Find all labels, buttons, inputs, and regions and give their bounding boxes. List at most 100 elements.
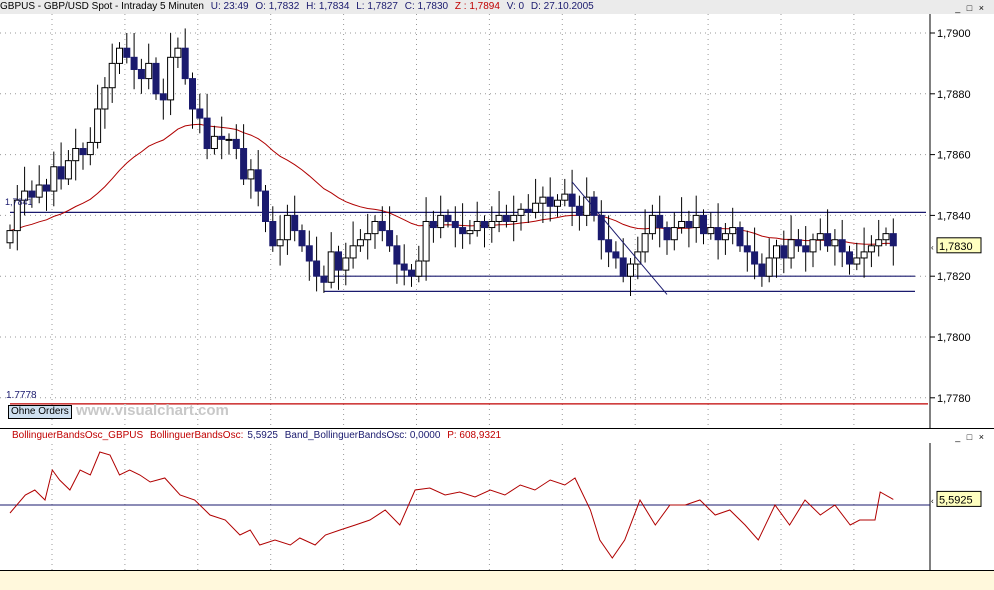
candle-body [364, 233, 372, 241]
candle-body [605, 239, 613, 253]
candle-body [349, 245, 357, 259]
candle-body [532, 202, 540, 213]
osc-label: BollinguerBandsOsc: [149, 430, 244, 441]
candle-body [422, 220, 430, 262]
candle-body [210, 135, 218, 150]
candle-body [429, 220, 437, 229]
candle-body [619, 257, 627, 277]
candle-body [451, 220, 459, 229]
candle-body [408, 269, 415, 277]
candle-body [860, 251, 868, 259]
chart-canvas[interactable]: 1,7900 1,7880 1,7860 1,7840 1,7820 1,7800 1,77… [0, 0, 994, 589]
candle-body [648, 214, 656, 235]
candle-body [218, 135, 226, 140]
candle-body [371, 220, 379, 235]
candle-body [889, 233, 897, 247]
candle-body [575, 205, 583, 216]
candle-body [232, 138, 240, 150]
candle-body [342, 257, 350, 271]
marker-arrow-icon: ‹ [931, 496, 934, 505]
candle-body [254, 169, 262, 192]
y-tick-label: 1,7800 [937, 332, 971, 344]
candle-body [590, 196, 598, 216]
candle-body [276, 239, 284, 247]
candle-body [437, 214, 445, 229]
candle-body [809, 239, 817, 253]
candle-body [6, 230, 14, 244]
candle-body [378, 220, 386, 232]
watermark: www.visualchart.com [76, 402, 229, 419]
candle-body [50, 166, 58, 192]
candle-body [473, 220, 481, 232]
candle-body [663, 227, 671, 241]
y-tick-label: 1,7860 [937, 150, 971, 162]
candle-body [707, 227, 715, 235]
candle-body [568, 193, 576, 207]
candle-body [561, 193, 569, 201]
osc-current-marker: 5,5925 [939, 494, 973, 506]
candle-body [152, 62, 160, 95]
candle-body [225, 138, 233, 141]
candle-body [743, 245, 751, 253]
candle-body [853, 257, 861, 265]
candle-body [240, 148, 248, 180]
candle-body [875, 239, 883, 247]
candle-body [524, 208, 532, 213]
osc-value: 5,5925 [247, 430, 278, 441]
candle-body [283, 214, 291, 241]
candle-body [773, 245, 780, 259]
candle-body [678, 220, 686, 229]
candle-body [612, 251, 620, 259]
candle-body [444, 214, 452, 222]
candle-body [189, 78, 196, 110]
ohne-orders-button[interactable]: Ohne Orders [8, 405, 72, 419]
time-axis [0, 570, 994, 590]
candle-body [291, 214, 299, 232]
candle-body [335, 251, 342, 271]
candle-body [838, 239, 846, 253]
candle-body [123, 47, 131, 58]
candle-body [627, 263, 634, 277]
p-value: P: 608,9321 [447, 430, 502, 441]
candle-body [670, 227, 678, 241]
candle-body [481, 220, 488, 229]
candle-body [305, 245, 313, 262]
y-tick-label: 1,7780 [937, 393, 971, 405]
candle-body [459, 227, 467, 235]
y-tick-label: 1,7880 [937, 89, 971, 101]
candle-body [882, 233, 890, 241]
candle-body [79, 148, 87, 156]
candle-body [35, 184, 43, 198]
candle-body [546, 196, 554, 207]
candle-body [72, 148, 80, 162]
candle-body [116, 47, 123, 64]
osc-window-buttons[interactable]: _ □ × [955, 430, 986, 444]
candle-body [43, 184, 50, 192]
candle-body [145, 62, 153, 80]
candle-body [510, 214, 518, 222]
candle-body [298, 230, 306, 247]
candle-body [356, 239, 364, 247]
candle-body [751, 251, 759, 265]
candle-body [57, 166, 65, 180]
candle-body [656, 214, 664, 229]
candle-body [167, 56, 175, 101]
candle-body [831, 239, 839, 247]
candle-body [488, 220, 496, 229]
candle-body [802, 245, 810, 253]
candle-body [174, 47, 182, 58]
candle-body [262, 190, 269, 222]
candle-body [130, 56, 138, 70]
candle-body [502, 214, 510, 222]
moving-average-line [9, 123, 894, 245]
osc-name: BollinguerBandsOsc_GBPUS [12, 430, 144, 441]
candle-body [824, 233, 832, 247]
candle-body [794, 239, 802, 247]
candle-body [247, 169, 255, 180]
candle-body [495, 214, 503, 222]
y-tick-label: 1,7820 [937, 271, 971, 283]
candle-body [101, 87, 109, 110]
candle-body [517, 208, 525, 216]
candle-body [137, 68, 145, 80]
candle-body [203, 117, 211, 150]
